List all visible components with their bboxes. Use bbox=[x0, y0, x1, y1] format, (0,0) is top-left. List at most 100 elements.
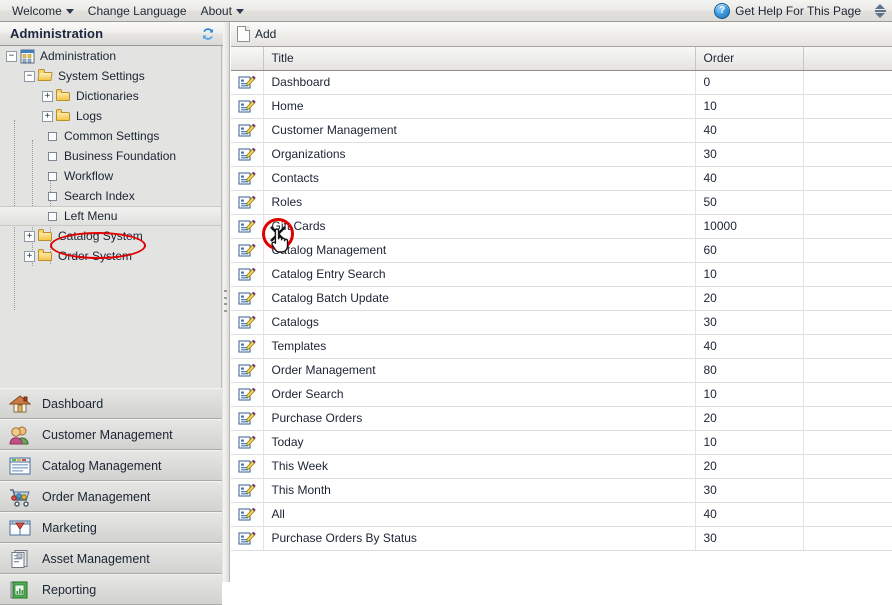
tree-item-search-index[interactable]: Search Index bbox=[0, 186, 221, 206]
nav-button-asset-management[interactable]: Asset Management bbox=[0, 543, 222, 574]
tree-item-logs[interactable]: + Logs bbox=[0, 106, 221, 126]
table-row[interactable]: Organizations 30 bbox=[231, 142, 892, 167]
panel-splitter[interactable] bbox=[223, 22, 230, 582]
edit-row-icon[interactable] bbox=[238, 435, 256, 450]
get-help-label: Get Help For This Page bbox=[735, 3, 861, 18]
table-row[interactable]: Catalog Entry Search 10 bbox=[231, 262, 892, 287]
edit-row-icon-cell[interactable] bbox=[231, 310, 264, 335]
tree-item-order-system[interactable]: + Order System bbox=[0, 246, 221, 266]
edit-row-icon[interactable] bbox=[238, 99, 256, 114]
edit-row-icon-cell[interactable] bbox=[231, 166, 264, 191]
edit-row-icon[interactable] bbox=[238, 531, 256, 546]
expand-expander-icon[interactable]: + bbox=[24, 230, 35, 242]
menu-item-change-language[interactable]: Change Language bbox=[82, 2, 195, 20]
table-row[interactable]: Catalog Batch Update 20 bbox=[231, 286, 892, 311]
nav-button-dashboard[interactable]: Dashboard bbox=[0, 388, 222, 419]
edit-row-icon-cell[interactable] bbox=[231, 214, 264, 239]
edit-row-icon[interactable] bbox=[238, 291, 256, 306]
edit-row-icon[interactable] bbox=[238, 507, 256, 522]
edit-row-icon[interactable] bbox=[238, 483, 256, 498]
nav-button-customer-management[interactable]: Customer Management bbox=[0, 419, 222, 450]
edit-row-icon[interactable] bbox=[238, 363, 256, 378]
nav-button-order-management[interactable]: Order Management bbox=[0, 481, 222, 512]
menu-item-about[interactable]: About bbox=[195, 2, 252, 20]
edit-row-icon[interactable] bbox=[238, 243, 256, 258]
edit-row-icon[interactable] bbox=[238, 171, 256, 186]
menu-item-welcome[interactable]: Welcome bbox=[6, 2, 82, 20]
get-help-link[interactable]: ? Get Help For This Page bbox=[714, 2, 892, 20]
table-row[interactable]: Gift Cards 10000 bbox=[231, 214, 892, 239]
column-header-icon[interactable] bbox=[231, 47, 264, 71]
table-row[interactable]: Customer Management 40 bbox=[231, 118, 892, 143]
table-row[interactable]: Purchase Orders 20 bbox=[231, 406, 892, 431]
tree-item-dictionaries[interactable]: + Dictionaries bbox=[0, 86, 221, 106]
edit-row-icon-cell[interactable] bbox=[231, 190, 264, 215]
tree-item-workflow[interactable]: Workflow bbox=[0, 166, 221, 186]
table-row[interactable]: Templates 40 bbox=[231, 334, 892, 359]
collapse-expander-icon[interactable]: − bbox=[24, 70, 35, 82]
edit-row-icon-cell[interactable] bbox=[231, 238, 264, 263]
splitter-grip[interactable] bbox=[224, 290, 228, 312]
nav-button-reporting[interactable]: Reporting bbox=[0, 574, 222, 605]
table-row[interactable]: This Month 30 bbox=[231, 478, 892, 503]
edit-row-icon-cell[interactable] bbox=[231, 526, 264, 551]
tree-item-catalog-system[interactable]: + Catalog System bbox=[0, 226, 221, 246]
expand-expander-icon[interactable]: + bbox=[24, 250, 35, 262]
edit-row-icon-cell[interactable] bbox=[231, 358, 264, 383]
nav-button-marketing[interactable]: Marketing bbox=[0, 512, 222, 543]
column-header-title[interactable]: Title bbox=[263, 47, 696, 71]
edit-row-icon-cell[interactable] bbox=[231, 478, 264, 503]
up-down-arrows-icon[interactable] bbox=[872, 2, 888, 20]
edit-row-icon[interactable] bbox=[238, 195, 256, 210]
tree-item-common-settings[interactable]: Common Settings bbox=[0, 126, 221, 146]
refresh-icon[interactable] bbox=[199, 25, 217, 43]
edit-row-icon[interactable] bbox=[238, 387, 256, 402]
table-row[interactable]: Purchase Orders By Status 30 bbox=[231, 526, 892, 551]
add-button[interactable]: Add bbox=[235, 25, 282, 43]
edit-row-icon-cell[interactable] bbox=[231, 262, 264, 287]
leaf-node-icon bbox=[48, 191, 57, 201]
expand-expander-icon[interactable]: + bbox=[42, 110, 53, 122]
table-row[interactable]: Order Management 80 bbox=[231, 358, 892, 383]
edit-row-icon-cell[interactable] bbox=[231, 286, 264, 311]
edit-row-icon-cell[interactable] bbox=[231, 94, 264, 119]
expand-expander-icon[interactable]: + bbox=[42, 90, 53, 102]
assets-files-icon bbox=[8, 548, 32, 570]
edit-row-icon[interactable] bbox=[238, 147, 256, 162]
row-order: 0 bbox=[695, 70, 804, 95]
edit-row-icon[interactable] bbox=[238, 339, 256, 354]
tree-item-business-foundation[interactable]: Business Foundation bbox=[0, 146, 221, 166]
edit-row-icon-cell[interactable] bbox=[231, 430, 264, 455]
edit-row-icon-cell[interactable] bbox=[231, 70, 264, 95]
edit-row-icon-cell[interactable] bbox=[231, 502, 264, 527]
edit-row-icon[interactable] bbox=[238, 411, 256, 426]
table-row[interactable]: All 40 bbox=[231, 502, 892, 527]
edit-row-icon-cell[interactable] bbox=[231, 334, 264, 359]
edit-row-icon-cell[interactable] bbox=[231, 406, 264, 431]
edit-row-icon[interactable] bbox=[238, 123, 256, 138]
table-row[interactable]: Roles 50 bbox=[231, 190, 892, 215]
edit-row-icon[interactable] bbox=[238, 459, 256, 474]
table-row[interactable]: Today 10 bbox=[231, 430, 892, 455]
table-row[interactable]: Contacts 40 bbox=[231, 166, 892, 191]
edit-row-icon-cell[interactable] bbox=[231, 118, 264, 143]
edit-row-icon-cell[interactable] bbox=[231, 142, 264, 167]
table-row[interactable]: Dashboard 0 bbox=[231, 70, 892, 95]
edit-row-icon-cell[interactable] bbox=[231, 454, 264, 479]
edit-row-icon[interactable] bbox=[238, 315, 256, 330]
edit-row-icon[interactable] bbox=[238, 219, 256, 234]
table-row[interactable]: Home 10 bbox=[231, 94, 892, 119]
table-row[interactable]: Order Search 10 bbox=[231, 382, 892, 407]
edit-row-icon[interactable] bbox=[238, 267, 256, 282]
tree-item-system-settings[interactable]: − System Settings bbox=[0, 66, 221, 86]
table-row[interactable]: This Week 20 bbox=[231, 454, 892, 479]
collapse-expander-icon[interactable]: − bbox=[6, 50, 17, 62]
tree-item-administration[interactable]: − Administration bbox=[0, 46, 221, 66]
nav-button-catalog-management[interactable]: Catalog Management bbox=[0, 450, 222, 481]
tree-item-left-menu[interactable]: Left Menu bbox=[0, 206, 221, 226]
edit-row-icon[interactable] bbox=[238, 75, 256, 90]
table-row[interactable]: Catalog Management 60 bbox=[231, 238, 892, 263]
table-row[interactable]: Catalogs 30 bbox=[231, 310, 892, 335]
edit-row-icon-cell[interactable] bbox=[231, 382, 264, 407]
column-header-order[interactable]: Order bbox=[695, 47, 804, 71]
